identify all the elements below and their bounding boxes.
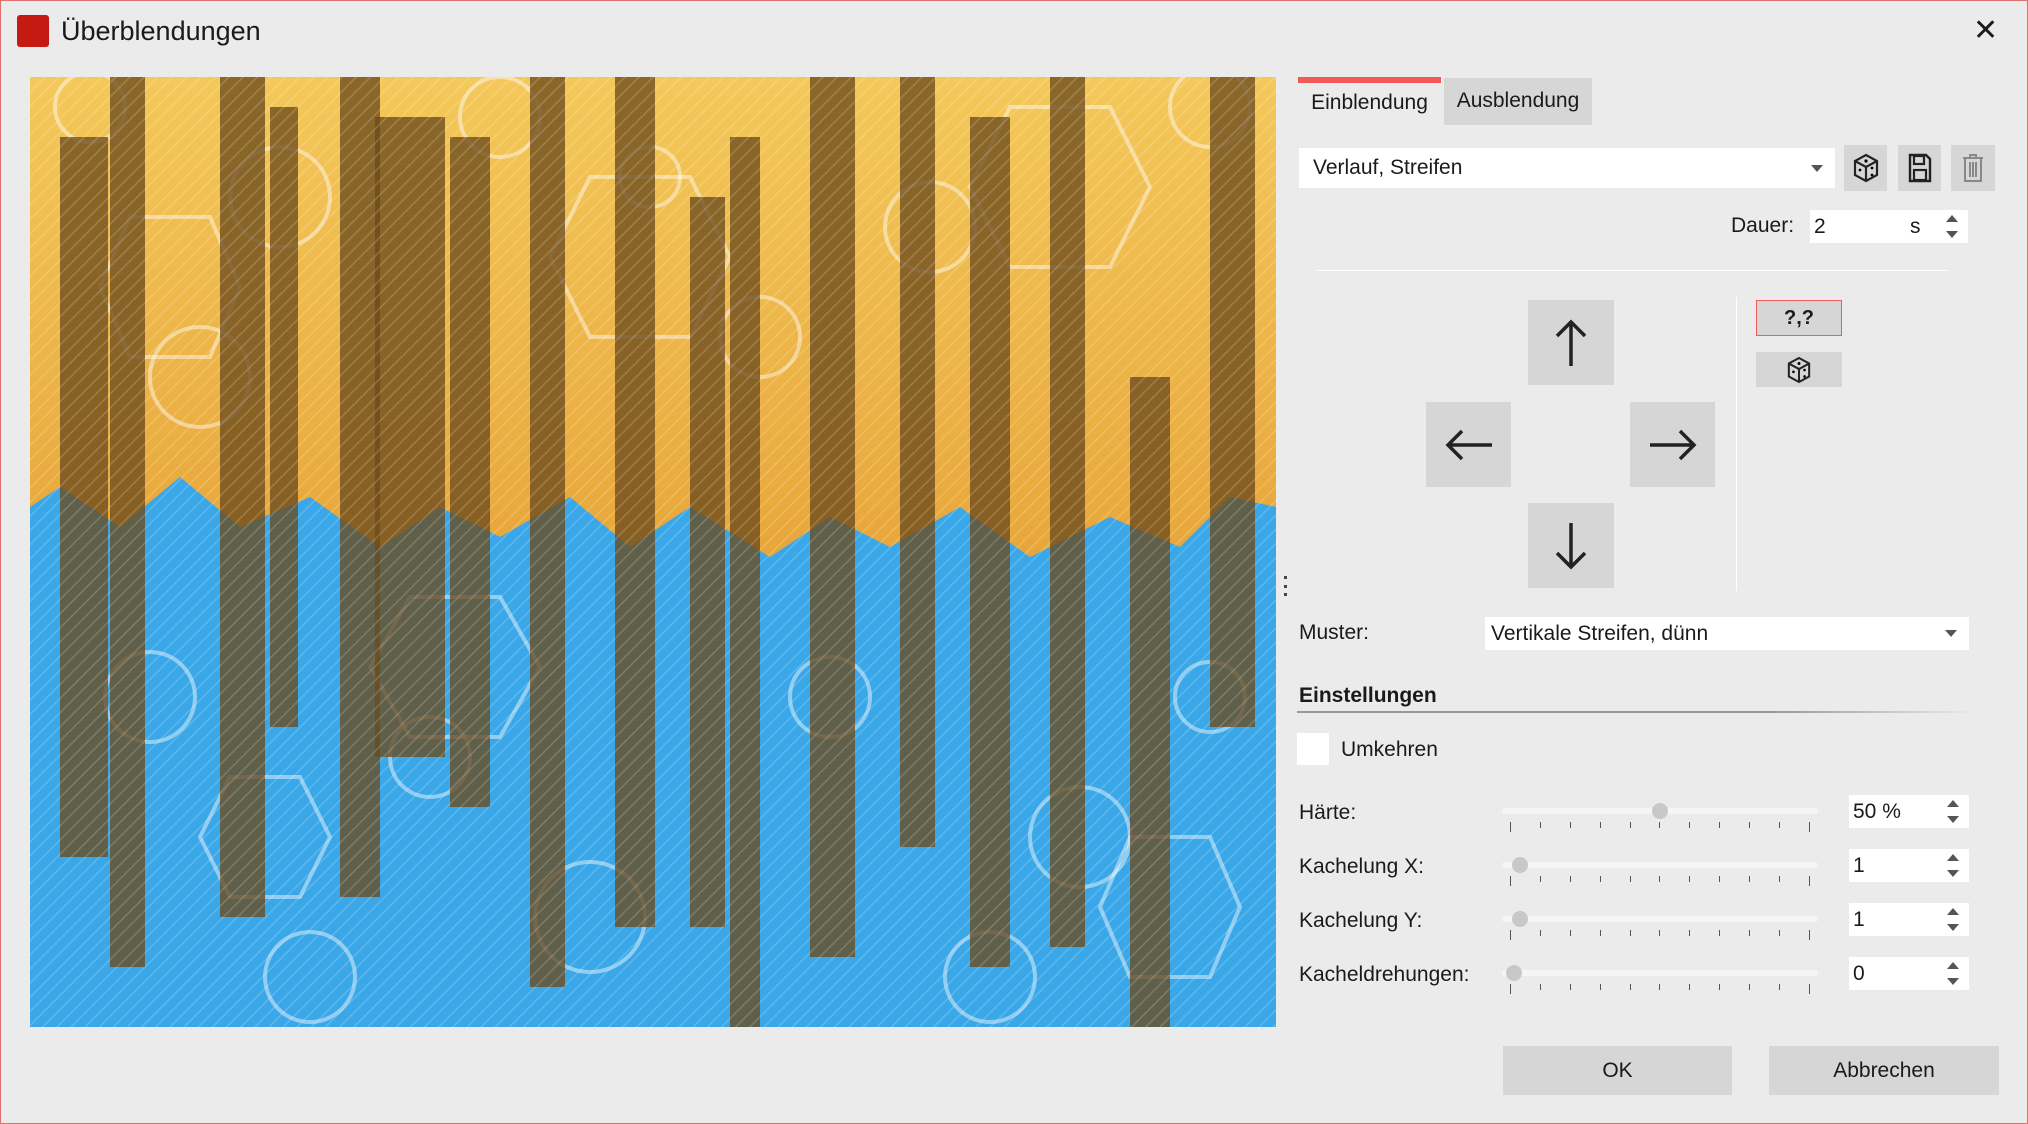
umkehren-checkbox[interactable]	[1297, 733, 1329, 765]
slider-label: Kacheldrehungen:	[1299, 963, 1470, 986]
random-dice-button[interactable]	[1756, 352, 1842, 387]
dauer-unit: s	[1910, 215, 1921, 238]
value-spinner[interactable]	[1947, 962, 1959, 985]
direction-down-button[interactable]	[1528, 503, 1614, 588]
dice-icon	[1853, 153, 1878, 183]
close-icon[interactable]: ✕	[1973, 13, 1998, 49]
random-direction-button[interactable]: ?,?	[1756, 300, 1842, 336]
slider-track[interactable]	[1502, 862, 1818, 868]
umkehren-label: Umkehren	[1341, 738, 1438, 761]
chevron-down-icon	[1945, 630, 1957, 637]
save-icon	[1908, 153, 1931, 183]
splitter-handle[interactable]	[1284, 576, 1288, 596]
slider-thumb[interactable]	[1511, 857, 1528, 873]
preset-value: Verlauf, Streifen	[1313, 156, 1463, 179]
dauer-spinner[interactable]	[1946, 215, 1958, 238]
slider-ticks	[1510, 876, 1810, 886]
window-title: Überblendungen	[61, 16, 261, 46]
transition-preview	[30, 77, 1276, 1027]
slider-value-field[interactable]: 1	[1849, 903, 1969, 936]
slider-value-field[interactable]: 50 %	[1849, 795, 1969, 828]
slider-value: 1	[1853, 854, 1865, 877]
tab-einblendung[interactable]: Einblendung	[1298, 77, 1441, 125]
preset-dropdown[interactable]: Verlauf, Streifen	[1299, 148, 1835, 188]
slider[interactable]	[1502, 857, 1818, 892]
delete-preset-button[interactable]	[1951, 145, 1995, 191]
arrow-left-icon	[1445, 429, 1492, 460]
save-preset-button[interactable]	[1898, 145, 1941, 191]
dauer-field[interactable]: 2s	[1810, 210, 1968, 243]
arrow-right-icon	[1649, 429, 1696, 460]
vertical-divider	[1736, 297, 1737, 591]
dice-icon	[1787, 356, 1811, 383]
value-spinner[interactable]	[1947, 800, 1959, 823]
tab-ausblendung[interactable]: Ausblendung	[1444, 78, 1592, 125]
chevron-down-icon	[1811, 165, 1823, 172]
slider-value: 50 %	[1853, 800, 1901, 823]
muster-label: Muster:	[1299, 621, 1370, 644]
slider-thumb[interactable]	[1511, 911, 1528, 927]
divider	[1317, 270, 1948, 271]
dauer-value: 2	[1814, 215, 1826, 238]
random-label: ?,?	[1784, 306, 1814, 329]
slider-value: 1	[1853, 908, 1865, 931]
arrow-down-icon	[1555, 522, 1587, 569]
muster-value: Vertikale Streifen, dünn	[1491, 622, 1709, 645]
direction-up-button[interactable]	[1528, 300, 1614, 385]
slider-ticks	[1510, 822, 1810, 832]
random-preset-button[interactable]	[1844, 145, 1887, 191]
app-icon	[17, 15, 49, 47]
slider[interactable]	[1502, 803, 1818, 838]
slider-thumb[interactable]	[1506, 965, 1522, 981]
slider-ticks	[1510, 930, 1810, 940]
slider-track[interactable]	[1502, 970, 1818, 976]
slider-value-field[interactable]: 1	[1849, 849, 1969, 882]
slider-label: Härte:	[1299, 801, 1357, 824]
slider-label: Kachelung Y:	[1299, 909, 1423, 932]
slider-value: 0	[1853, 962, 1865, 985]
value-spinner[interactable]	[1947, 908, 1959, 931]
slider-label: Kachelung X:	[1299, 855, 1424, 878]
ok-button[interactable]: OK	[1503, 1046, 1732, 1095]
trash-icon	[1963, 154, 1983, 182]
slider-value-field[interactable]: 0	[1849, 957, 1969, 990]
slider-track[interactable]	[1502, 916, 1818, 922]
settings-heading: Einstellungen	[1299, 684, 1437, 707]
muster-dropdown[interactable]: Vertikale Streifen, dünn	[1485, 617, 1969, 650]
direction-left-button[interactable]	[1426, 402, 1511, 487]
arrow-up-icon	[1555, 319, 1587, 366]
cancel-button[interactable]: Abbrechen	[1769, 1046, 1999, 1095]
direction-right-button[interactable]	[1630, 402, 1715, 487]
slider-thumb[interactable]	[1652, 803, 1668, 819]
slider[interactable]	[1502, 911, 1818, 946]
heading-underline	[1297, 711, 1977, 713]
dauer-label: Dauer:	[1731, 214, 1795, 237]
slider-ticks	[1510, 984, 1810, 994]
slider[interactable]	[1502, 965, 1818, 1000]
value-spinner[interactable]	[1947, 854, 1959, 877]
